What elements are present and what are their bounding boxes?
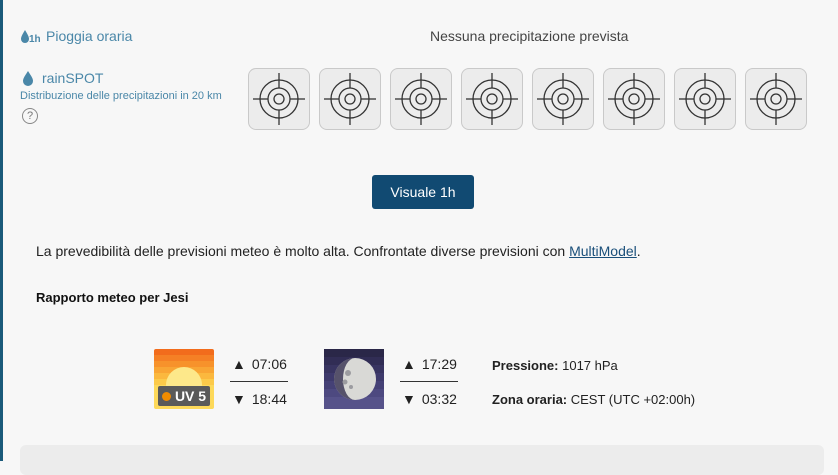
rainspot-tile[interactable] bbox=[603, 68, 665, 130]
divider bbox=[400, 381, 458, 382]
timezone-value: CEST (UTC +02:00h) bbox=[570, 392, 696, 407]
rainspot-target-icon bbox=[466, 73, 518, 125]
sunset-time: 18:44 bbox=[251, 391, 287, 407]
rainspot-target-icon bbox=[750, 73, 802, 125]
pressure-label: Pressione: bbox=[492, 358, 559, 373]
timezone-info: Zona oraria: CEST (UTC +02:00h) bbox=[492, 392, 695, 407]
hourly-view-button[interactable]: Visuale 1h bbox=[372, 175, 474, 209]
sun-times: ▲ 07:06 ▼ 18:44 bbox=[230, 354, 288, 409]
divider bbox=[230, 381, 288, 382]
rainspot-tile[interactable] bbox=[319, 68, 381, 130]
pressure-info: Pressione: 1017 hPa bbox=[492, 358, 618, 373]
sun-uv-icon: UV 5 bbox=[154, 349, 214, 409]
pressure-value: 1017 hPa bbox=[562, 358, 618, 373]
moonset-time: 03:32 bbox=[421, 391, 457, 407]
rainspot-tile[interactable] bbox=[390, 68, 452, 130]
rainspot-tile[interactable] bbox=[745, 68, 807, 130]
rainspot-target-icon bbox=[253, 73, 305, 125]
sunrise-time: 07:06 bbox=[251, 356, 287, 372]
rainspot-tile[interactable] bbox=[248, 68, 310, 130]
moonrise-time: 17:29 bbox=[421, 356, 457, 372]
predictability-text: La prevedibilità delle previsioni meteo … bbox=[36, 243, 641, 259]
rainspot-tile[interactable] bbox=[532, 68, 594, 130]
rainspot-subtitle: Distribuzione delle precipitazioni in 20… bbox=[20, 90, 222, 102]
rainspot-target-icon bbox=[324, 73, 376, 125]
moon-phase-icon bbox=[324, 349, 384, 409]
left-accent-bar bbox=[0, 0, 3, 461]
predictability-sentence: La prevedibilità delle previsioni meteo … bbox=[36, 243, 570, 259]
uv-label: UV 5 bbox=[174, 388, 207, 404]
timezone-label: Zona oraria: bbox=[492, 392, 568, 407]
svg-text:1h: 1h bbox=[29, 34, 40, 44]
uv-badge: UV 5 bbox=[158, 386, 210, 406]
uv-dot-icon bbox=[161, 391, 171, 401]
next-section-card bbox=[20, 445, 824, 475]
rainspot-title[interactable]: rainSPOT bbox=[42, 70, 103, 86]
up-arrow-icon: ▲ bbox=[232, 356, 246, 372]
rain-hourly-icon: 1h bbox=[20, 28, 40, 44]
rainspot-target-icon bbox=[395, 73, 447, 125]
rainspot-info: rainSPOT Distribuzione delle precipitazi… bbox=[20, 70, 246, 124]
up-arrow-icon: ▲ bbox=[402, 356, 416, 372]
no-precipitation-text: Nessuna precipitazione prevista bbox=[430, 28, 629, 44]
down-arrow-icon: ▼ bbox=[232, 391, 246, 407]
rainspot-target-icon bbox=[537, 73, 589, 125]
predictability-suffix: . bbox=[636, 243, 641, 259]
rainspot-list bbox=[248, 68, 807, 130]
rainspot-target-icon bbox=[679, 73, 731, 125]
rainspot-tile[interactable] bbox=[461, 68, 523, 130]
rainspot-tile[interactable] bbox=[674, 68, 736, 130]
help-icon[interactable]: ? bbox=[22, 108, 38, 124]
rainspot-target-icon bbox=[608, 73, 660, 125]
hourly-rain-row: 1h Pioggia oraria bbox=[20, 26, 132, 46]
moon-times: ▲ 17:29 ▼ 03:32 bbox=[400, 354, 458, 409]
hourly-rain-link[interactable]: Pioggia oraria bbox=[46, 28, 132, 44]
multimodel-link[interactable]: MultiModel bbox=[569, 243, 637, 259]
report-title: Rapporto meteo per Jesi bbox=[36, 290, 189, 305]
drop-icon bbox=[23, 71, 33, 86]
down-arrow-icon: ▼ bbox=[402, 391, 416, 407]
